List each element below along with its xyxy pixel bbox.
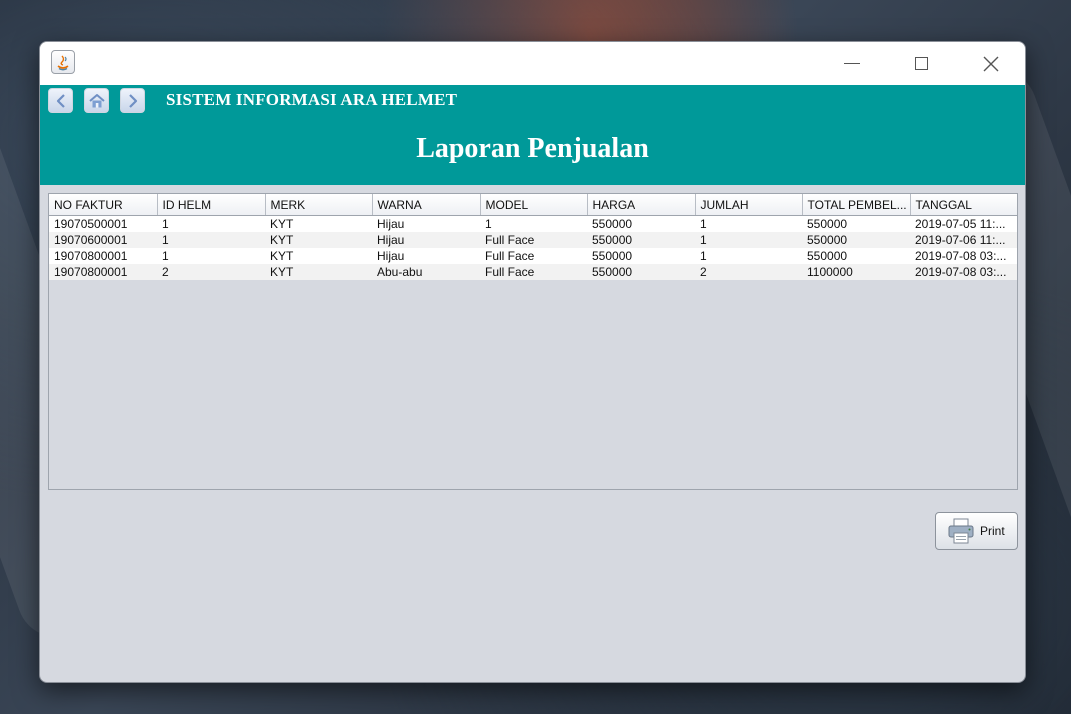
- cell-model: Full Face: [480, 248, 587, 264]
- cell-merk: KYT: [265, 215, 372, 232]
- forward-button[interactable]: [120, 88, 145, 113]
- column-header-id-helm[interactable]: ID HELM: [157, 194, 266, 216]
- cell-jumlah: 1: [695, 248, 802, 264]
- print-button[interactable]: Print: [935, 512, 1018, 550]
- cell-total-pembelian: 550000: [802, 215, 910, 232]
- cell-model: Full Face: [480, 232, 587, 248]
- cell-harga: 550000: [587, 264, 695, 280]
- cell-warna: Hijau: [372, 215, 480, 232]
- home-icon: [88, 93, 105, 107]
- sales-report-table: NO FAKTUR ID HELM MERK WARNA MODEL HARGA…: [49, 194, 1017, 280]
- java-app-icon: [51, 50, 75, 74]
- cell-no-faktur: 19070600001: [49, 232, 157, 248]
- home-button[interactable]: [84, 88, 109, 113]
- column-header-jumlah[interactable]: JUMLAH: [695, 194, 803, 216]
- column-header-warna[interactable]: WARNA: [372, 194, 481, 216]
- cell-tanggal: 2019-07-05 11:...: [910, 215, 1017, 232]
- close-button[interactable]: [961, 42, 1021, 85]
- page-title: Laporan Penjualan: [416, 133, 649, 164]
- cell-jumlah: 2: [695, 264, 802, 280]
- minimize-button[interactable]: [822, 42, 882, 85]
- cell-harga: 550000: [587, 232, 695, 248]
- arrow-right-icon: [128, 93, 137, 108]
- cell-merk: KYT: [265, 248, 372, 264]
- cell-model: Full Face: [480, 264, 587, 280]
- cell-warna: Hijau: [372, 248, 480, 264]
- title-bar[interactable]: [40, 42, 1025, 85]
- column-header-model[interactable]: MODEL: [480, 194, 588, 216]
- cell-model: 1: [480, 215, 587, 232]
- maximize-icon: [914, 57, 928, 70]
- cell-harga: 550000: [587, 248, 695, 264]
- cell-merk: KYT: [265, 264, 372, 280]
- column-header-no-faktur[interactable]: NO FAKTUR: [49, 194, 158, 216]
- printer-icon: [948, 518, 974, 544]
- close-icon: [983, 56, 999, 71]
- column-header-tanggal[interactable]: TANGGAL: [910, 194, 1017, 216]
- cell-total-pembelian: 550000: [802, 248, 910, 264]
- column-header-harga[interactable]: HARGA: [587, 194, 696, 216]
- cell-merk: KYT: [265, 232, 372, 248]
- application-window: SISTEM INFORMASI ARA HELMET Laporan Penj…: [39, 41, 1026, 683]
- minimize-icon: [844, 63, 860, 64]
- cell-total-pembelian: 1100000: [802, 264, 910, 280]
- cell-no-faktur: 19070800001: [49, 264, 157, 280]
- table-row[interactable]: 19070800001 2 KYT Abu-abu Full Face 5500…: [49, 264, 1017, 280]
- cell-total-pembelian: 550000: [802, 232, 910, 248]
- cell-tanggal: 2019-07-08 03:...: [910, 264, 1017, 280]
- arrow-left-icon: [56, 93, 65, 108]
- cell-id-helm: 1: [157, 215, 265, 232]
- print-button-label: Print: [980, 524, 1005, 538]
- column-header-merk[interactable]: MERK: [265, 194, 373, 216]
- cell-id-helm: 2: [157, 264, 265, 280]
- cell-tanggal: 2019-07-06 11:...: [910, 232, 1017, 248]
- table-body: 19070500001 1 KYT Hijau 1 550000 1 55000…: [49, 215, 1017, 280]
- cell-warna: Abu-abu: [372, 264, 480, 280]
- cell-no-faktur: 19070800001: [49, 248, 157, 264]
- column-header-total-pembelian[interactable]: TOTAL PEMBEL...: [802, 194, 911, 216]
- cell-no-faktur: 19070500001: [49, 215, 157, 232]
- cell-warna: Hijau: [372, 232, 480, 248]
- sales-report-table-container[interactable]: NO FAKTUR ID HELM MERK WARNA MODEL HARGA…: [48, 193, 1018, 490]
- table-row[interactable]: 19070500001 1 KYT Hijau 1 550000 1 55000…: [49, 215, 1017, 232]
- cell-id-helm: 1: [157, 248, 265, 264]
- maximize-button[interactable]: [891, 42, 951, 85]
- app-header: SISTEM INFORMASI ARA HELMET Laporan Penj…: [40, 85, 1025, 185]
- table-row[interactable]: 19070800001 1 KYT Hijau Full Face 550000…: [49, 248, 1017, 264]
- cell-jumlah: 1: [695, 215, 802, 232]
- cell-harga: 550000: [587, 215, 695, 232]
- cell-id-helm: 1: [157, 232, 265, 248]
- table-header: NO FAKTUR ID HELM MERK WARNA MODEL HARGA…: [49, 194, 1017, 216]
- cell-tanggal: 2019-07-08 03:...: [910, 248, 1017, 264]
- app-title: SISTEM INFORMASI ARA HELMET: [166, 90, 458, 109]
- back-button[interactable]: [48, 88, 73, 113]
- table-row[interactable]: 19070600001 1 KYT Hijau Full Face 550000…: [49, 232, 1017, 248]
- cell-jumlah: 1: [695, 232, 802, 248]
